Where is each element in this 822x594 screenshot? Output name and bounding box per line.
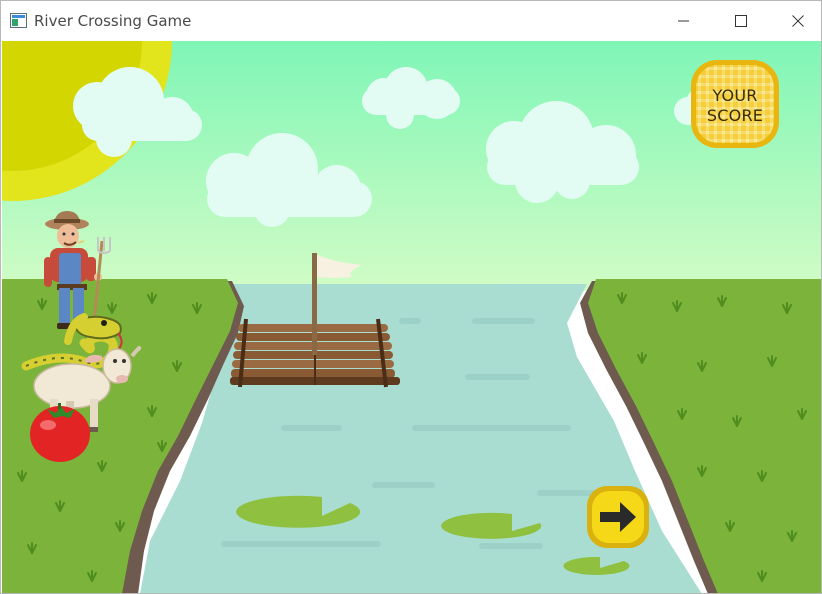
arrow-right-icon [587,486,649,548]
close-button[interactable] [769,1,821,41]
close-icon [792,15,804,27]
maximize-icon [735,15,747,27]
title-bar[interactable]: River Crossing Game [1,1,821,41]
app-icon [10,13,27,28]
next-arrow-button[interactable] [586,485,650,549]
maximize-button[interactable] [712,1,770,41]
game-window: River Crossing Game YOUR SCORE [0,0,822,594]
game-canvas: YOUR SCORE [2,41,821,593]
score-label: YOUR SCORE [706,86,764,125]
minimize-icon [678,20,689,22]
minimize-button[interactable] [655,1,713,41]
window-title: River Crossing Game [34,12,192,30]
score-badge: YOUR SCORE [690,59,780,149]
